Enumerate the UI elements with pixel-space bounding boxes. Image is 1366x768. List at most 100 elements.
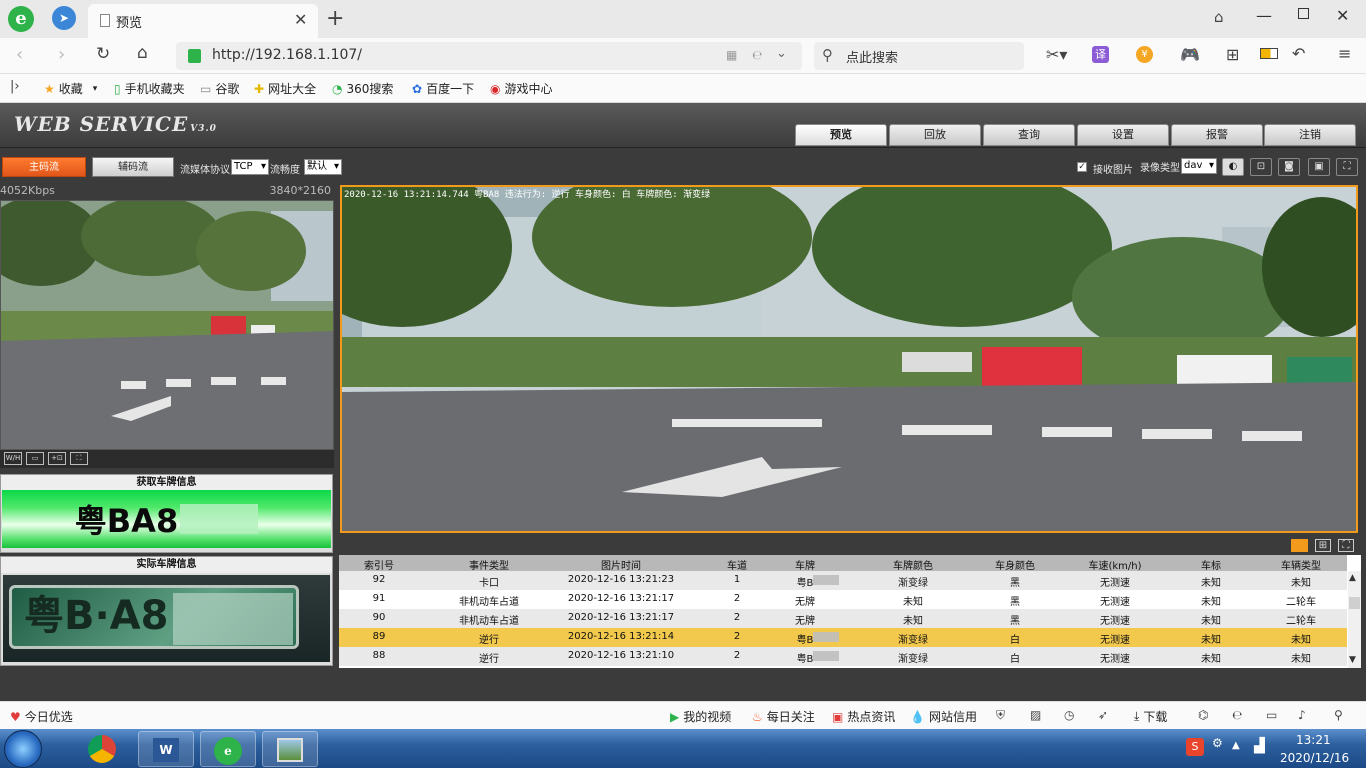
table-row[interactable]: 91 非机动车占道 2020-12-16 13:21:17 2 无牌 未知 黑 无测速 未知 二轮… [339,590,1347,609]
column-header[interactable]: 车辆类型 [1281,557,1321,572]
column-header[interactable]: 车标 [1201,557,1221,572]
game-icon[interactable]: 🎮 [1180,45,1200,64]
fullscreen-icon[interactable]: ⛶ [1336,158,1358,176]
status-my-video[interactable]: ▶ 我的视频 [670,708,731,725]
main-video-view[interactable] [340,185,1358,533]
window-icon[interactable]: ▭ [26,452,44,465]
browser-tab[interactable]: 预览 ✕ [88,4,318,38]
scissors-icon[interactable]: ✂▾ [1046,45,1067,64]
smooth-select[interactable]: 默认 ▾ [304,159,342,175]
column-header[interactable]: 车牌 [795,557,815,572]
column-header[interactable]: 事件类型 [469,557,509,572]
scroll-thumb[interactable] [1349,597,1360,609]
clock-date[interactable]: 2020/12/16 [1280,751,1349,765]
tab-preview[interactable]: 预览 [795,124,887,146]
image-icon[interactable]: ▨ [1030,708,1041,722]
aspect-ratio-icon[interactable]: W/H [4,452,22,465]
tab-playback[interactable]: 回放 [889,124,981,146]
browser-taskbar-icon[interactable]: e [200,731,256,767]
capture-icon[interactable]: ◐ [1222,158,1244,176]
maximize-button[interactable] [1298,8,1309,19]
chrome-taskbar-icon[interactable] [76,731,132,767]
chevron-down-icon[interactable]: ⌄ [776,46,787,61]
shield-icon[interactable]: ⛨ [996,708,1005,723]
column-header[interactable]: 车道 [727,557,747,572]
close-window-button[interactable]: ✕ [1336,6,1349,25]
sub-stream-button[interactable]: 辅码流 [92,157,174,177]
tab-query[interactable]: 查询 [983,124,1075,146]
ie-icon[interactable]: ℮ [752,48,762,62]
fav-mobile[interactable]: ▯ 手机收藏夹 [114,80,185,97]
search-input[interactable]: ⚲ 点此搜索 [814,42,1024,70]
speed-icon[interactable]: ◷ [1064,708,1074,722]
battery-icon[interactable] [1260,48,1278,59]
column-header[interactable]: 车速(km/h) [1088,557,1141,572]
table-row[interactable]: 89 逆行 2020-12-16 13:21:14 2 粤B 渐变绿 白 无测速 未知 未知 [339,628,1347,647]
table-row[interactable]: 90 非机动车占道 2020-12-16 13:21:17 2 无牌 未知 黑 无测速 未知 二轮… [339,609,1347,628]
quad-view-icon[interactable]: ⊞ [1315,539,1331,552]
fav-collect[interactable]: ★ 收藏 ▾ [44,80,97,97]
apps-grid-icon[interactable]: ⊞ [1226,45,1239,64]
undo-icon[interactable]: ↶ [1292,44,1305,63]
refresh-icon[interactable]: ↻ [96,44,110,64]
fav-360[interactable]: ◔ 360搜索 [332,80,393,97]
receive-image-checkbox[interactable]: ✓ [1077,162,1087,172]
column-header[interactable]: 索引号 [364,557,394,572]
new-tab-button[interactable]: + [326,6,344,31]
download-button[interactable]: ⤓ 下载 [1134,708,1167,725]
clock-time[interactable]: 13:21 [1296,733,1331,747]
record-type-select[interactable]: dav ▾ [1181,158,1217,174]
main-stream-button[interactable]: 主码流 [2,157,86,177]
expand-icon[interactable]: ⛶ [70,452,88,465]
tray-settings-icon[interactable]: ⚙ [1212,736,1223,750]
tray-expand-icon[interactable]: ▲ [1232,740,1240,751]
protocol-select[interactable]: TCP ▾ [231,159,269,175]
tab-logout[interactable]: 注销 [1264,124,1356,146]
column-header[interactable]: 图片时间 [601,557,641,572]
forward-icon[interactable]: › [58,44,65,65]
close-tab-icon[interactable]: ✕ [294,10,307,29]
sidebar-toggle-icon[interactable]: |› [10,79,20,94]
start-button[interactable] [4,730,42,768]
fav-google[interactable]: ▭ 谷歌 [200,80,239,97]
status-hot-news[interactable]: ▣ 热点资讯 [832,708,895,725]
network-icon[interactable]: ▟ [1254,738,1265,754]
snapshot-icon[interactable]: ◙ [1278,158,1300,176]
table-scrollbar[interactable]: ▲ ▼ [1348,571,1361,668]
minimize-button[interactable]: — [1256,6,1272,25]
column-header[interactable]: 车牌颜色 [893,557,933,572]
browser-logo-icon[interactable]: e [8,6,34,32]
home-icon[interactable]: ⌂ [137,43,148,63]
scroll-up-icon[interactable]: ▲ [1349,573,1356,583]
photos-taskbar-icon[interactable] [262,731,318,767]
table-row[interactable]: 92 卡口 2020-12-16 13:21:23 1 粤B 渐变绿 黑 无测速 未知 未知 [339,571,1347,590]
vr-icon[interactable]: ⌬ [1198,708,1208,722]
status-daily[interactable]: ♨ 每日关注 [752,708,815,725]
status-site-credit[interactable]: 💧 网站信用 [910,708,977,725]
sogou-tray-icon[interactable]: S [1186,738,1204,756]
today-picks[interactable]: ♥ 今日优选 [10,708,73,725]
ie-mode-icon[interactable]: ℮ [1232,708,1242,722]
back-icon[interactable]: ‹ [16,44,23,65]
menu-icon[interactable]: ≡ [1338,44,1351,63]
zoom-region-icon[interactable]: ⊡ [1250,158,1272,176]
record-icon[interactable]: ▣ [1308,158,1330,176]
word-taskbar-icon[interactable]: W [138,731,194,767]
fav-games[interactable]: ◉ 游戏中心 [490,80,553,97]
tab-alarm[interactable]: 报警 [1171,124,1263,146]
translate-icon[interactable]: 译 [1092,46,1109,63]
expand-view-icon[interactable]: ⛶ [1338,539,1354,552]
coin-icon[interactable]: ¥ [1136,46,1153,63]
window-mode-icon[interactable]: ▭ [1266,708,1277,722]
rocket-icon[interactable]: ➶ [1098,708,1108,722]
table-row[interactable]: 88 逆行 2020-12-16 13:21:10 2 粤B 渐变绿 白 无测速 未知 未知 [339,647,1347,666]
single-view-icon[interactable] [1291,539,1308,552]
scroll-down-icon[interactable]: ▼ [1349,655,1356,665]
grid-icon[interactable]: ▦ [726,48,737,62]
shirt-icon[interactable]: ⌂ [1214,8,1224,26]
sound-icon[interactable]: ♪ [1298,708,1306,722]
zoom-icon[interactable]: ⚲ [1334,708,1343,722]
address-input[interactable]: http://192.168.1.107/ ▦ ℮ ⌄ [176,42,802,70]
zoom-in-icon[interactable]: +⊡ [48,452,66,465]
live-thumbnail[interactable] [0,196,334,450]
